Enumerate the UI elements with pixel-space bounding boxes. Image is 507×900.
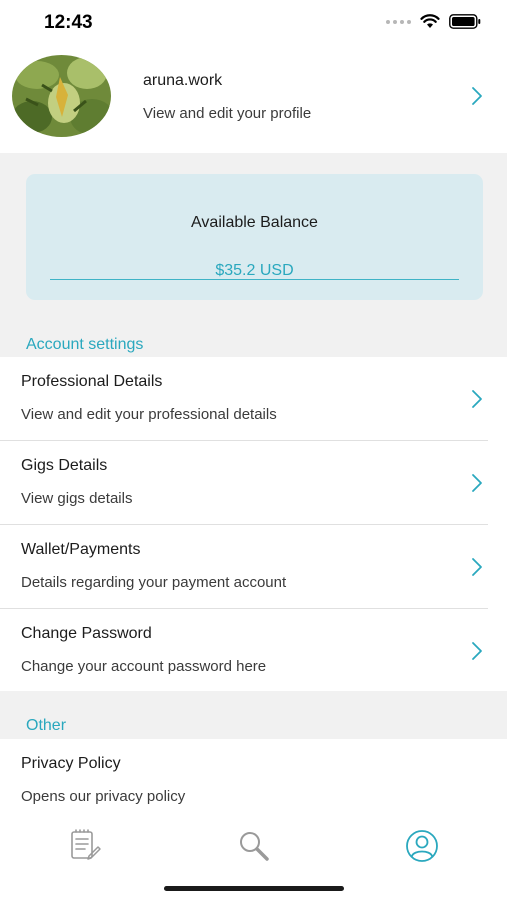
item-title: Gigs Details [21, 457, 108, 474]
chevron-right-icon[interactable] [470, 640, 484, 662]
list-item-professional-details[interactable]: Professional Details View and edit your … [0, 357, 507, 441]
cellular-signal-icon [386, 19, 411, 24]
search-icon[interactable] [236, 828, 272, 864]
item-subtitle: Details regarding your payment account [21, 574, 287, 591]
home-indicator[interactable] [164, 886, 344, 891]
item-subtitle: View and edit your professional details [21, 406, 277, 423]
item-subtitle: View gigs details [21, 490, 133, 507]
other-section-header-band: Other [0, 691, 507, 739]
battery-icon [449, 14, 481, 29]
status-icons [386, 14, 481, 29]
chevron-right-icon[interactable] [470, 472, 484, 494]
list-item-wallet-payments[interactable]: Wallet/Payments Details regarding your p… [0, 525, 507, 609]
balance-title: Available Balance [191, 214, 318, 231]
item-subtitle: Change your account password here [21, 658, 267, 675]
profile-row[interactable]: aruna.work View and edit your profile [0, 46, 507, 153]
list-item-gigs-details[interactable]: Gigs Details View gigs details [0, 441, 507, 525]
list-item-privacy-policy[interactable]: Privacy Policy Opens our privacy policy [0, 739, 507, 819]
profile-icon[interactable] [404, 828, 440, 864]
balance-divider [50, 279, 459, 280]
profile-name: aruna.work [143, 72, 223, 89]
chevron-right-icon[interactable] [470, 85, 484, 107]
account-settings-list: Professional Details View and edit your … [0, 357, 507, 693]
chevron-right-icon[interactable] [470, 556, 484, 578]
status-bar: 12:43 [0, 0, 507, 46]
gigs-list-icon[interactable] [67, 828, 103, 864]
wifi-icon [420, 14, 440, 28]
item-title: Privacy Policy [21, 755, 121, 772]
balance-card: Available Balance $35.2 USD [26, 174, 483, 300]
profile-subtitle: View and edit your profile [143, 105, 312, 122]
list-item-change-password[interactable]: Change Password Change your account pass… [0, 609, 507, 693]
balance-amount: $35.2 USD [215, 262, 294, 279]
balance-section: Available Balance $35.2 USD Account sett… [0, 153, 507, 357]
status-time: 12:43 [44, 12, 93, 33]
tab-bar [0, 819, 507, 900]
item-title: Wallet/Payments [21, 541, 141, 558]
chevron-right-icon[interactable] [470, 388, 484, 410]
avatar[interactable] [12, 55, 111, 137]
item-title: Change Password [21, 625, 152, 642]
item-title: Professional Details [21, 373, 163, 390]
item-subtitle: Opens our privacy policy [21, 788, 186, 805]
section-header-other: Other [26, 717, 67, 734]
section-header-account-settings: Account settings [26, 336, 144, 353]
